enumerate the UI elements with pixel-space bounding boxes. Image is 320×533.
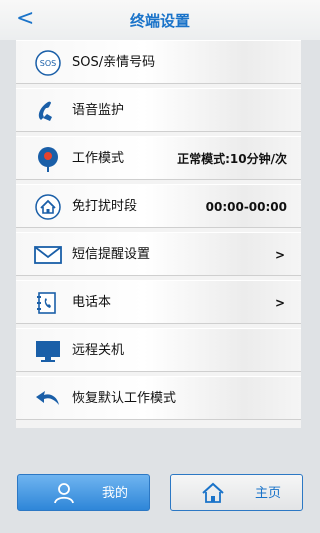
phone-handset-icon xyxy=(38,101,52,121)
row-label: SOS/亲情号码 xyxy=(72,55,156,70)
row-value: 00:00-00:00 xyxy=(205,200,287,214)
row-restore-default[interactable]: 恢复默认工作模式 xyxy=(16,376,301,420)
tab-label: 主页 xyxy=(255,486,282,501)
tab-mine[interactable]: 我的 xyxy=(17,474,150,511)
row-label: 语音监护 xyxy=(72,103,125,118)
user-icon xyxy=(54,483,74,504)
svg-text:SOS: SOS xyxy=(40,59,56,68)
row-label: 恢复默认工作模式 xyxy=(72,391,177,406)
row-label: 短信提醒设置 xyxy=(72,247,151,262)
row-sos-contacts[interactable]: SOS SOS/亲情号码 xyxy=(16,40,301,84)
row-work-mode[interactable]: 工作模式 正常模式:10分钟/次 xyxy=(16,136,301,180)
row-label: 远程关机 xyxy=(72,343,125,358)
chevron-right-icon: > xyxy=(274,296,285,310)
chevron-right-icon: > xyxy=(274,248,285,262)
row-sms-reminder[interactable]: 短信提醒设置 > xyxy=(16,232,301,276)
page-title: 终端设置 xyxy=(129,12,190,30)
home-icon xyxy=(202,482,224,503)
restore-arrow-icon xyxy=(36,391,59,405)
monitor-icon xyxy=(36,341,60,362)
row-label: 电话本 xyxy=(72,295,112,310)
phonebook-icon xyxy=(37,292,56,314)
tab-label: 我的 xyxy=(102,486,129,501)
title-bar: < 终端设置 xyxy=(0,0,320,40)
envelope-icon xyxy=(34,246,62,264)
row-value: 正常模式:10分钟/次 xyxy=(177,152,287,166)
sos-icon: SOS xyxy=(35,50,61,76)
row-voice-monitor[interactable]: 语音监护 xyxy=(16,88,301,132)
row-remote-shutdown[interactable]: 远程关机 xyxy=(16,328,301,372)
location-pin-icon xyxy=(38,147,58,172)
tab-home[interactable]: 主页 xyxy=(170,474,303,511)
row-do-not-disturb[interactable]: 免打扰时段 00:00-00:00 xyxy=(16,184,301,228)
row-label: 工作模式 xyxy=(72,151,125,166)
home-icon xyxy=(35,194,61,220)
settings-list: SOS SOS/亲情号码 语音监护 工作模式 正常模式:10分钟/次 免打扰时段… xyxy=(16,40,301,428)
row-label: 免打扰时段 xyxy=(72,199,138,214)
row-phonebook[interactable]: 电话本 > xyxy=(16,280,301,324)
